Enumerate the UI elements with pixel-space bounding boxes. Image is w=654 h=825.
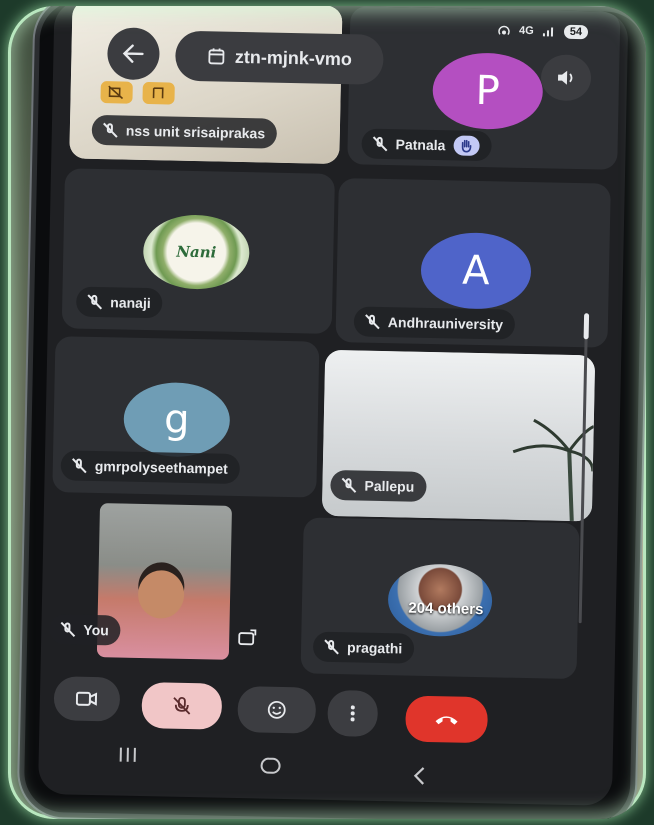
participant-tile-gmrpolyseethampet[interactable]: g gmrpolyseethampet: [52, 336, 320, 498]
emoji-icon: [267, 700, 286, 719]
mic-off-icon: [59, 621, 75, 637]
participant-label: nanaji: [75, 286, 164, 319]
participant-tile-pallepu[interactable]: Pallepu: [321, 349, 596, 522]
mic-off-icon: [371, 136, 387, 152]
avatar-p: P: [431, 51, 544, 131]
chevron-left-icon: [413, 767, 425, 785]
mic-off-icon: [340, 477, 356, 493]
screen-share-badge: [142, 81, 175, 105]
self-view-tile[interactable]: You: [45, 498, 300, 663]
mic-off-icon: [71, 457, 87, 473]
status-bar: 4G 54: [497, 23, 589, 40]
participant-label: pragathi: [312, 631, 415, 664]
photo-frame: nss unit srisaiprakas P Patnala Nani nan…: [8, 6, 646, 819]
meeting-code: ztn-mjnk-vmo: [234, 46, 353, 69]
calendar-icon: [207, 48, 224, 65]
more-vertical-icon: [350, 705, 355, 722]
participant-tile-andhrauniversity[interactable]: A Andhrauniversity: [335, 178, 611, 348]
participant-label: Andhrauniversity: [353, 306, 516, 340]
mic-off-icon: [173, 696, 191, 715]
end-call-button[interactable]: [405, 695, 489, 744]
participant-name: Pallepu: [364, 477, 415, 495]
avatar-text: Nani: [176, 242, 217, 262]
participant-label: Pallepu: [330, 469, 427, 502]
recents-nav-button[interactable]: [116, 746, 138, 770]
avatar-nani-wreath: Nani: [142, 213, 251, 291]
switch-camera-button[interactable]: [235, 626, 259, 650]
mic-off-icon: [86, 294, 102, 310]
camera-button[interactable]: [53, 676, 121, 722]
participant-name: nss unit srisaiprakas: [125, 122, 266, 142]
more-options-button[interactable]: [327, 689, 379, 737]
participant-name: Andhrauniversity: [387, 314, 504, 333]
avatar-a: A: [420, 231, 532, 311]
mic-off-icon: [364, 314, 380, 330]
video-camera-icon: [75, 691, 98, 706]
participant-label: You: [49, 614, 122, 646]
participant-name: nanaji: [110, 294, 151, 312]
battery-badge: 54: [563, 24, 589, 40]
others-count: 204 others: [408, 599, 484, 619]
camera-off-badge: [100, 81, 133, 104]
participant-tile-nanaji[interactable]: Nani nanaji: [61, 168, 335, 334]
participant-label: gmrpolyseethampet: [60, 450, 241, 485]
participant-name: Patnala: [395, 136, 446, 154]
home-nav-button[interactable]: [258, 756, 282, 780]
participant-label: nss unit srisaiprakas: [91, 114, 278, 149]
participant-name: You: [83, 621, 109, 639]
reactions-button[interactable]: [237, 686, 317, 734]
participant-label: Patnala: [361, 128, 492, 162]
participant-name: pragathi: [346, 639, 403, 657]
recents-icon: [119, 747, 136, 762]
switch-camera-icon: [238, 629, 257, 646]
mic-button[interactable]: [141, 682, 223, 730]
avatar-g: g: [123, 381, 231, 458]
raised-hand-icon: [453, 135, 480, 156]
mic-off-icon: [323, 639, 339, 655]
phone-body: nss unit srisaiprakas P Patnala Nani nan…: [23, 6, 646, 819]
meeting-code-chip[interactable]: ztn-mjnk-vmo: [174, 30, 384, 85]
battery-level: 54: [569, 25, 583, 39]
speaker-icon: [557, 70, 573, 85]
meet-screen: nss unit srisaiprakas P Patnala Nani nan…: [37, 6, 629, 806]
participant-tile-pragathi[interactable]: 204 others pragathi: [300, 517, 580, 680]
signal-icon: [542, 27, 553, 37]
home-icon: [260, 757, 281, 774]
mic-off-icon: [102, 122, 118, 138]
scrollbar-thumb[interactable]: [583, 313, 590, 340]
present-icon: [152, 87, 164, 99]
video-off-icon: [108, 85, 124, 100]
participant-tile-nss[interactable]: nss unit srisaiprakas: [69, 6, 343, 165]
participant-name: gmrpolyseethampet: [94, 457, 229, 477]
hotspot-icon: [498, 25, 510, 36]
back-nav-button[interactable]: [412, 766, 427, 792]
network-type: 4G: [518, 24, 534, 38]
arrow-left-icon: [122, 44, 144, 63]
hang-up-icon: [435, 716, 458, 725]
